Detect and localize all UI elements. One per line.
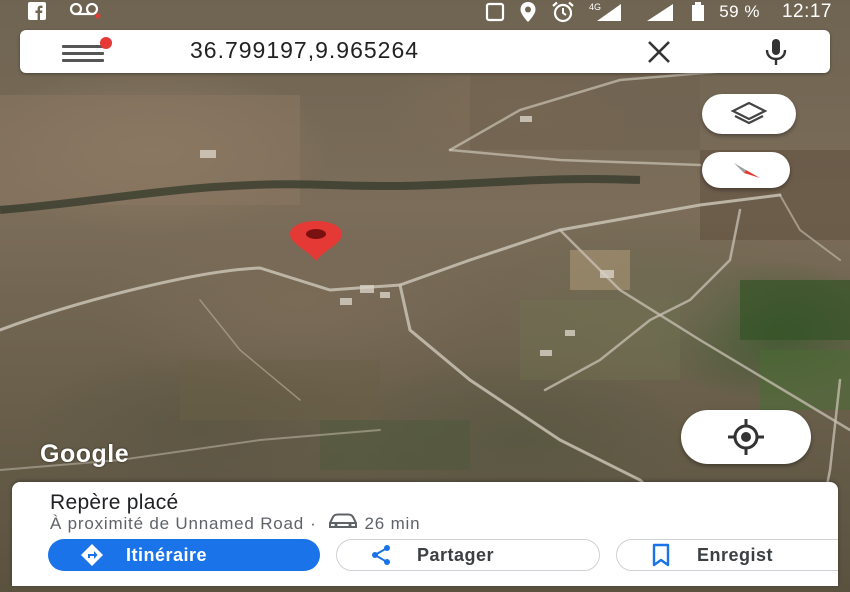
stop-icon xyxy=(485,2,505,22)
clock: 12:17 xyxy=(781,1,832,22)
hamburger-icon-line xyxy=(62,59,104,62)
directions-label: Itinéraire xyxy=(126,544,208,565)
battery-percent: 59 % xyxy=(719,2,760,21)
layers-button[interactable] xyxy=(702,94,796,134)
battery-icon xyxy=(691,2,705,22)
share-icon xyxy=(369,543,393,567)
place-title: Repère placé xyxy=(50,491,179,514)
microphone-icon xyxy=(765,39,787,65)
status-bar: 4G 59 % 12:17 xyxy=(0,0,850,24)
facebook-icon xyxy=(28,2,46,20)
compass-button[interactable] xyxy=(702,152,790,188)
google-logo: Google xyxy=(40,440,130,468)
voicemail-icon xyxy=(68,3,102,19)
network-label: 4G xyxy=(589,2,601,12)
notification-dot xyxy=(100,37,112,49)
compass-icon xyxy=(734,163,760,178)
car-icon xyxy=(327,513,359,534)
near-text: À proximité de Unnamed Road xyxy=(50,513,305,533)
bookmark-icon xyxy=(651,543,671,567)
my-location-button[interactable] xyxy=(681,410,811,464)
hamburger-icon xyxy=(62,45,104,48)
close-icon xyxy=(648,41,670,63)
signal-icon: 4G xyxy=(589,2,629,22)
crosshair-icon xyxy=(728,419,764,455)
save-button[interactable]: Enregist xyxy=(616,539,838,571)
separator-dot: · xyxy=(310,513,317,533)
alarm-icon xyxy=(551,1,575,23)
directions-button[interactable]: Itinéraire xyxy=(48,539,320,571)
clear-search-button[interactable] xyxy=(644,40,674,64)
travel-time: 26 min xyxy=(364,513,421,533)
status-right-icons: 4G 59 % 12:17 xyxy=(485,1,832,23)
voice-search-button[interactable] xyxy=(762,37,790,67)
place-sheet[interactable]: Repère placé À proximité de Unnamed Road… xyxy=(12,482,838,586)
hamburger-icon-line xyxy=(62,52,104,55)
share-label: Partager xyxy=(417,544,495,565)
share-button[interactable]: Partager xyxy=(336,539,600,571)
place-subtitle: À proximité de Unnamed Road · 26 min xyxy=(50,513,420,534)
location-icon xyxy=(519,1,537,23)
save-label: Enregist xyxy=(697,544,774,565)
status-left-icons xyxy=(28,2,102,20)
directions-icon xyxy=(80,543,104,567)
signal-icon-2 xyxy=(643,2,677,22)
place-pin-icon[interactable] xyxy=(286,220,346,262)
layers-icon xyxy=(730,101,768,125)
search-input[interactable]: 36.799197,9.965264 xyxy=(190,37,419,64)
search-bar[interactable]: 36.799197,9.965264 xyxy=(20,30,830,73)
